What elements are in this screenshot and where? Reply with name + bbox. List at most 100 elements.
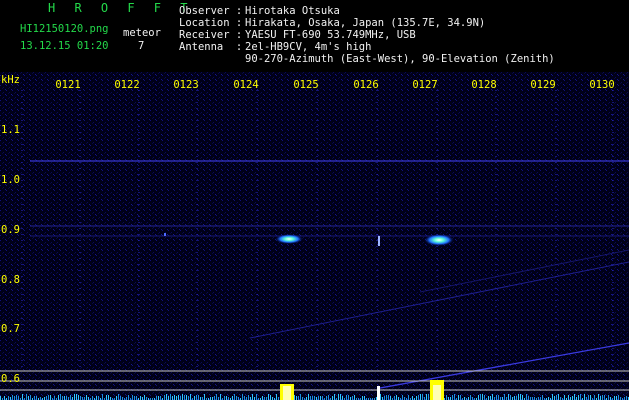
signal-bar — [574, 394, 575, 400]
signal-bar — [568, 395, 569, 400]
meteor-echo — [164, 233, 166, 236]
time-tick: 0128 — [471, 79, 497, 91]
signal-bar — [552, 394, 553, 400]
signal-bar — [496, 395, 497, 400]
signal-bar — [478, 395, 479, 400]
time-tick: 0130 — [589, 79, 615, 91]
signal-bar — [334, 394, 335, 400]
signal-bar — [270, 395, 271, 400]
signal-bar — [86, 395, 87, 400]
signal-bar — [236, 396, 237, 400]
signal-bar — [4, 396, 5, 400]
signal-bar — [578, 395, 579, 400]
signal-bar — [626, 396, 627, 400]
time-tick: 0123 — [173, 79, 199, 91]
signal-bar — [326, 396, 327, 400]
signal-bar — [348, 395, 349, 400]
signal-bar — [178, 395, 179, 400]
location-value: Hirakata, Osaka, Japan (135.7E, 34.9N) — [245, 17, 486, 29]
signal-bar — [362, 396, 363, 400]
signal-bar — [180, 396, 181, 400]
signal-bar — [426, 394, 427, 400]
signal-bar — [36, 396, 37, 400]
signal-bar — [412, 396, 413, 400]
signal-bar — [106, 395, 107, 400]
signal-bar — [346, 395, 347, 400]
signal-bar — [328, 395, 329, 400]
signal-bar — [128, 395, 129, 400]
signal-bar — [182, 394, 183, 400]
signal-bar — [46, 396, 47, 400]
signal-bar — [214, 396, 215, 400]
signal-bar — [564, 395, 565, 400]
signal-bar — [262, 396, 263, 400]
signal-bar — [420, 394, 421, 400]
signal-spike — [283, 386, 291, 400]
time-tick: 0122 — [114, 79, 140, 91]
signal-bar — [74, 394, 75, 400]
signal-bar — [482, 394, 483, 400]
signal-bar — [156, 396, 157, 400]
signal-bar — [446, 395, 447, 400]
signal-bar — [216, 394, 217, 400]
signal-bar — [322, 396, 323, 400]
signal-bar — [618, 395, 619, 400]
signal-bar — [34, 396, 35, 400]
freq-tick: 0.8 — [1, 274, 20, 286]
meteor-echo — [378, 236, 380, 246]
spectrogram — [0, 72, 629, 400]
signal-bar — [296, 396, 297, 400]
signal-bar — [120, 396, 121, 400]
freq-tick: 1.0 — [1, 174, 20, 186]
signal-bar — [484, 395, 485, 400]
signal-bar — [8, 396, 9, 400]
signal-bar — [320, 396, 321, 400]
signal-bar — [168, 396, 169, 400]
signal-bar — [256, 394, 257, 400]
signal-bar — [16, 395, 17, 400]
signal-bar — [390, 396, 391, 400]
signal-bar — [298, 396, 299, 400]
frequency-unit-label: kHz — [1, 74, 20, 86]
signal-bar — [394, 396, 395, 400]
location-label: Location : — [179, 17, 243, 29]
signal-bar — [48, 395, 49, 400]
signal-bar — [310, 396, 311, 400]
signal-bar — [402, 395, 403, 400]
signal-bar — [164, 395, 165, 400]
time-tick: 0129 — [530, 79, 556, 91]
signal-bar — [166, 394, 167, 400]
signal-bar — [470, 395, 471, 400]
signal-bar — [224, 396, 225, 400]
signal-bar — [300, 394, 301, 400]
signal-bar — [78, 395, 79, 400]
signal-bar — [50, 395, 51, 400]
signal-bar — [62, 396, 63, 400]
signal-bar — [602, 395, 603, 400]
time-tick: 0126 — [353, 79, 379, 91]
signal-bar — [198, 395, 199, 400]
signal-bar — [234, 394, 235, 400]
signal-bar — [352, 396, 353, 400]
signal-bar — [594, 395, 595, 400]
time-tick: 0127 — [412, 79, 438, 91]
signal-bar — [608, 395, 609, 400]
signal-bar — [28, 396, 29, 400]
signal-bar — [312, 396, 313, 400]
signal-bar — [54, 396, 55, 400]
header-panel: H R O F F T HI12150120.png 13.12.15 01:2… — [0, 0, 629, 72]
signal-bar — [384, 396, 385, 400]
signal-bar — [108, 395, 109, 400]
freq-tick: 1.1 — [1, 124, 20, 136]
signal-bar — [558, 394, 559, 400]
signal-bar — [98, 396, 99, 400]
meteor-echo — [275, 234, 303, 244]
signal-bar — [248, 395, 249, 400]
time-tick: 0124 — [233, 79, 259, 91]
signal-bar — [318, 396, 319, 400]
signal-bar — [102, 394, 103, 400]
app-brand: H R O F F T — [48, 1, 194, 15]
signal-bar — [14, 396, 15, 400]
signal-bar — [614, 396, 615, 400]
signal-bar — [268, 394, 269, 400]
